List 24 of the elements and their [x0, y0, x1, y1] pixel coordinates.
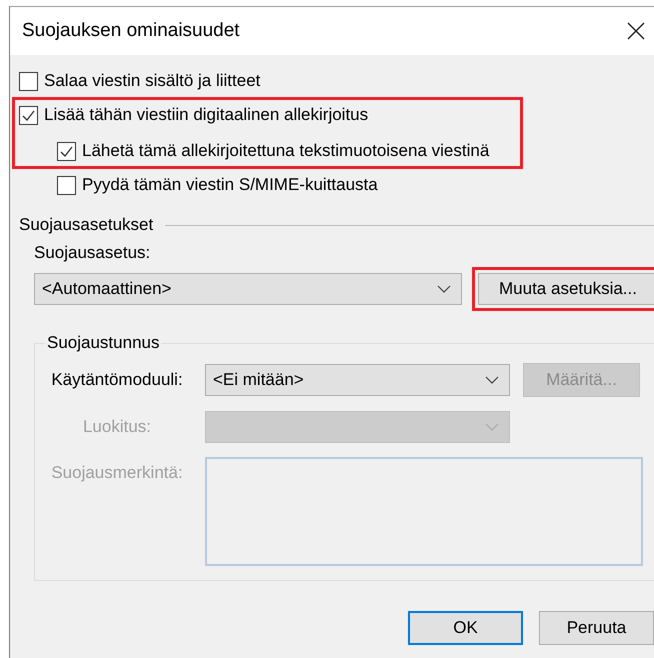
checkbox[interactable] [19, 72, 38, 90]
checkbox-label: Lähetä tämä allekirjoitettuna tekstimuotoisena viestinä [82, 141, 490, 161]
cancel-button[interactable]: Peruuta [539, 611, 654, 645]
checkbox[interactable] [19, 106, 38, 124]
dropdown[interactable]: <Automaattinen> [34, 273, 462, 305]
group-heading: Suojaustunnus [46, 333, 160, 353]
chevron-down-icon [437, 285, 451, 293]
close-icon[interactable] [627, 22, 645, 40]
field-label: Luokitus: [82, 417, 152, 437]
field-label: Suojausmerkintä: [50, 463, 184, 483]
chevron-down-icon [485, 423, 499, 431]
checkbox-label: Pyydä tämän viestin S/MIME-kuittausta [82, 175, 378, 195]
checkbox-label: Lisää tähän viestiin digitaalinen allekirjoitus [44, 105, 368, 125]
ok-button[interactable]: OK [408, 611, 523, 645]
chevron-down-icon [485, 376, 499, 384]
checkbox-label: Salaa viestin sisältö ja liitteet [44, 71, 260, 91]
dropdown[interactable]: <Ei mitään> [205, 364, 510, 396]
checkbox[interactable] [57, 142, 76, 160]
checkbox[interactable] [57, 176, 76, 194]
change-settings-button[interactable]: Muuta asetuksia... [478, 273, 654, 305]
field-label: Suojausasetus: [34, 243, 152, 263]
field-label: Käytäntömoduuli: [50, 370, 184, 390]
section-heading: Suojausasetukset [19, 215, 154, 235]
window-title: Suojauksen ominaisuudet [22, 20, 240, 42]
